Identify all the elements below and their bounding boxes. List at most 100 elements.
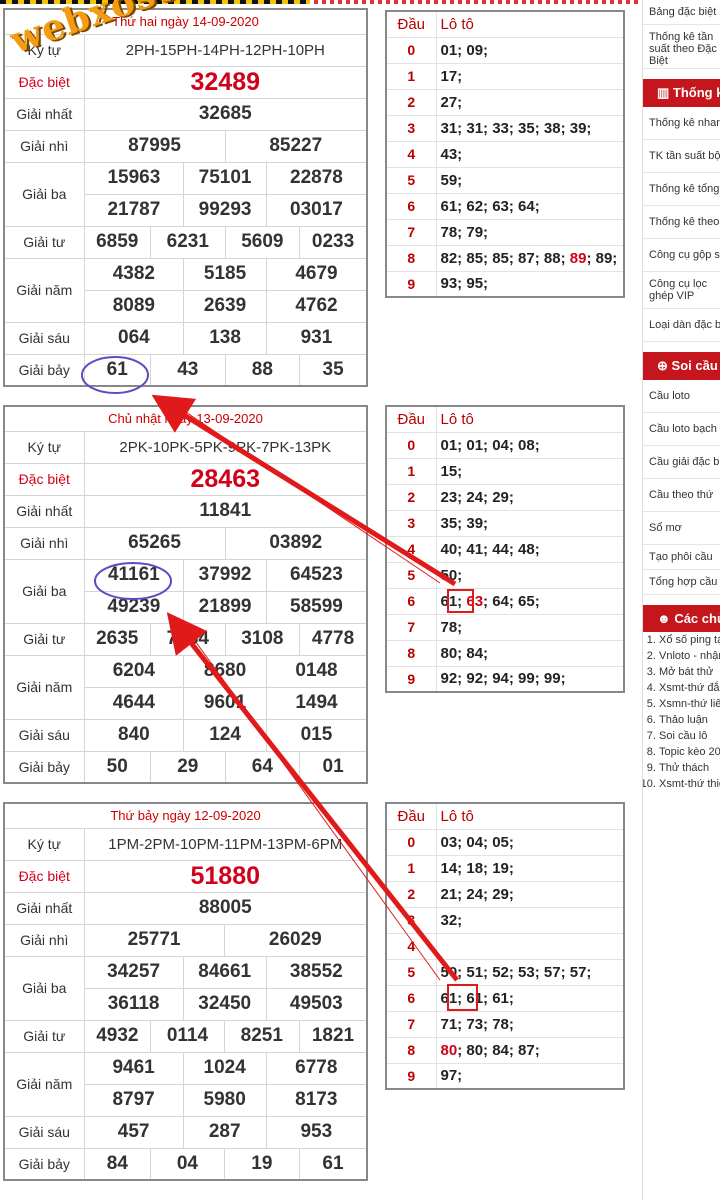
sidebar-item[interactable]: Loại dàn đặc biệt: [643, 309, 720, 342]
loto-header-loto: Lô tô: [435, 10, 625, 38]
result-cell: 04: [150, 1147, 225, 1181]
result-cell: 11841: [83, 494, 368, 528]
topic-link[interactable]: Topic kèo 20/09/2020: [659, 744, 720, 760]
result-cell: 37992: [183, 558, 267, 592]
loto-values: 61; 62; 63; 64;: [435, 192, 625, 220]
result-cell: 87995: [83, 129, 226, 163]
loto-dau: 6: [385, 984, 437, 1012]
topic-link[interactable]: Xổ số ping tại mig8: [659, 632, 720, 648]
loto-values: 82; 85; 85; 87; 88; 89; 89;: [435, 244, 625, 272]
loto-text: 31; 31; 33; 35; 38; 39;: [440, 119, 592, 137]
result-cell: Đặc biệt: [3, 65, 85, 99]
loto-dau: 1: [385, 457, 437, 485]
result-cell: Giải năm: [3, 257, 85, 323]
topic-link[interactable]: Thảo luận: [659, 712, 720, 728]
result-cell: 9461: [83, 1051, 184, 1085]
result-cell: 65265: [83, 526, 226, 560]
loto-dau: 2: [385, 88, 437, 116]
loto-text: 61; 61; 61;: [440, 989, 514, 1007]
loto-row: 0 01; 09;: [385, 36, 625, 64]
sidebar-item[interactable]: Sổ mơ: [643, 512, 720, 545]
sidebar-item-bang-dac-biet[interactable]: Bảng đặc biệt: [643, 0, 720, 25]
result-cell: 32489: [83, 65, 368, 99]
sidebar-item[interactable]: Thống kê theo: [643, 206, 720, 239]
sidebar-item[interactable]: Tạo phôi cầu: [643, 545, 720, 570]
sidebar-item[interactable]: Công cụ gộp số: [643, 239, 720, 272]
topic-link[interactable]: Mở bát thử: [659, 664, 720, 680]
loto-dau: 2: [385, 880, 437, 908]
sidebar-item[interactable]: TK tần suất bộ số: [643, 140, 720, 173]
sidebar-item[interactable]: Thống kê tổng: [643, 173, 720, 206]
result-cell: 32450: [182, 987, 267, 1021]
loto-dau: 8: [385, 639, 437, 667]
result-cell: 8797: [83, 1083, 184, 1117]
result-cell: 4932: [83, 1019, 152, 1053]
loto-row: 5 59;: [385, 166, 625, 194]
loto-values: 93; 95;: [435, 270, 625, 298]
sidebar-item[interactable]: Cầu loto bạch thủ: [643, 413, 720, 446]
result-cell: 8251: [223, 1019, 300, 1053]
loto-table: Đầu Lô tô 0 03; 04; 05; 1 14; 18; 19; 2 21; 24;…: [385, 802, 625, 1090]
result-cell: 5609: [224, 225, 301, 259]
loto-values: 59;: [435, 166, 625, 194]
sidebar-item[interactable]: Công cụ lọc ghép VIP: [643, 272, 720, 309]
loto-dau: 7: [385, 218, 437, 246]
loto-values: 27;: [435, 88, 625, 116]
sidebar-item[interactable]: Cầu giải đặc biệt: [643, 446, 720, 479]
loto-dau: 9: [385, 665, 437, 693]
result-cell: 88005: [83, 891, 368, 925]
topic-link[interactable]: Thử thách: [659, 760, 720, 776]
result-cell: 38552: [265, 955, 368, 989]
result-cell: 34257: [83, 955, 184, 989]
topic-link[interactable]: Soi cầu lô: [659, 728, 720, 744]
loto-dau: 8: [385, 244, 437, 272]
loto-values: 35; 39;: [435, 509, 625, 537]
loto-values: 23; 24; 29;: [435, 483, 625, 511]
topic-link[interactable]: Xsmn-thứ liêu-bến tre: [659, 696, 720, 712]
loto-text: 97;: [440, 1067, 463, 1085]
loto-dau: 6: [385, 587, 437, 615]
result-cell: Giải sáu: [3, 321, 85, 355]
loto-values: 31; 31; 33; 35; 38; 39;: [435, 114, 625, 142]
loto-values: 32;: [435, 906, 625, 934]
result-cell: Giải ba: [3, 955, 85, 1021]
bar-chart-icon: ▥: [657, 85, 670, 100]
sidebar-item-tan-suat[interactable]: Thống kê tần suất theo Đặc Biệt: [643, 25, 720, 69]
result-cell: 4644: [83, 686, 185, 720]
loto-highlight: 89: [569, 249, 587, 267]
sidebar-item[interactable]: Thống kê nhanh: [643, 107, 720, 140]
sidebar-item[interactable]: Cầu loto: [643, 380, 720, 413]
loto-dau: 7: [385, 1010, 437, 1038]
result-cell: 287: [182, 1115, 267, 1149]
result-cell: 32685: [83, 97, 368, 131]
result-cell: 61: [298, 1147, 368, 1181]
loto-dau: 0: [385, 828, 437, 856]
sidebar-header-chu-de: ☻ Các chủ đề: [643, 605, 720, 632]
loto-text: 27;: [440, 93, 463, 111]
result-cell: Giải nhì: [3, 526, 85, 560]
result-cell: 25771: [83, 923, 225, 957]
loto-values: 78;: [435, 613, 625, 641]
loto-text: 50;: [440, 566, 463, 584]
loto-dau: 1: [385, 62, 437, 90]
result-cell: 19: [223, 1147, 300, 1181]
loto-row: 8 82; 85; 85; 87; 88; 89; 89;: [385, 244, 625, 272]
topic-link[interactable]: Xsmt-thứ đắc lắc: [659, 680, 720, 696]
result-cell: 953: [265, 1115, 368, 1149]
result-cell: 8089: [83, 289, 185, 323]
loto-text: 61; 62; 63; 64;: [440, 197, 540, 215]
result-cell: 84661: [182, 955, 267, 989]
topic-link[interactable]: Xsmt-thứ thiên huế: [659, 776, 720, 792]
result-cell: Giải nhất: [3, 97, 85, 131]
sidebar-item[interactable]: Cầu theo thứ: [643, 479, 720, 512]
result-cell: Giải ba: [3, 558, 85, 624]
loto-dau: 2: [385, 483, 437, 511]
sidebar-item[interactable]: Tổng hợp cầu: [643, 570, 720, 595]
loto-values: 61; 61; 61;: [435, 984, 625, 1012]
loto-row: 3 35; 39;: [385, 509, 625, 537]
loto-row: 4 40; 41; 44; 48;: [385, 535, 625, 563]
loto-text: 35; 39;: [440, 514, 489, 532]
loto-dau: 4: [385, 140, 437, 168]
result-cell: 75101: [183, 161, 267, 195]
topic-link[interactable]: Vnloto - nhận: [659, 648, 720, 664]
